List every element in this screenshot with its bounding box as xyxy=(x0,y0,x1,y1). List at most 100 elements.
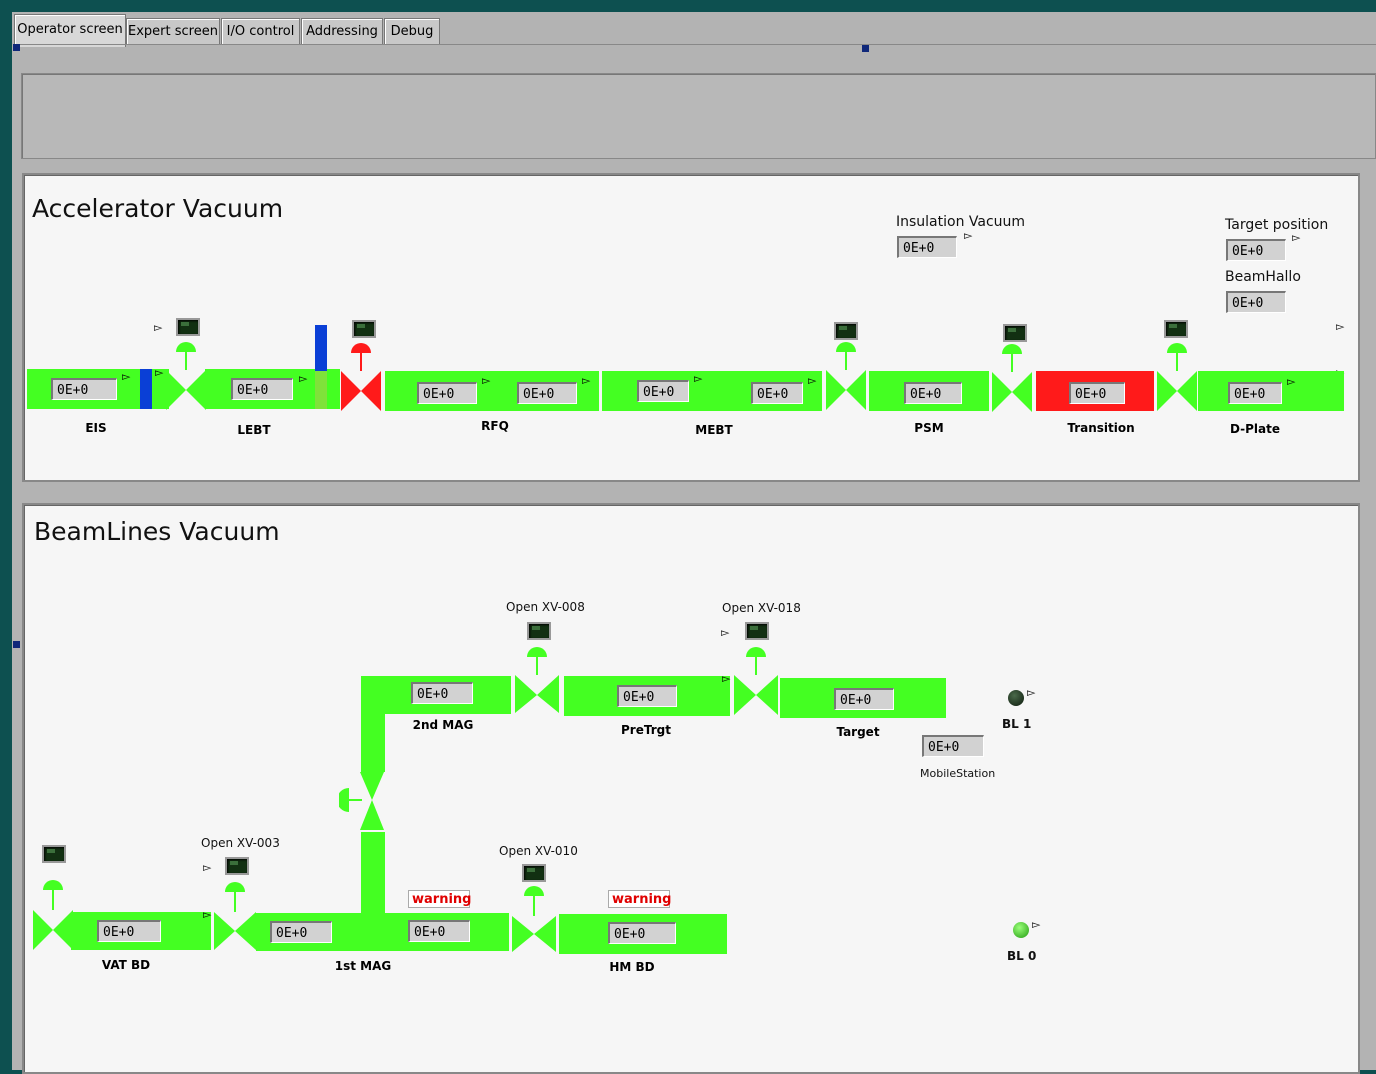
pretrgt-label: PreTrgt xyxy=(621,723,671,737)
status-led xyxy=(225,857,249,875)
lebt-blue-bar xyxy=(315,325,327,371)
valve-icon[interactable] xyxy=(213,880,257,952)
psm-label: PSM xyxy=(914,421,944,435)
flag-icon[interactable]: ▻ xyxy=(122,370,136,383)
target-indicator: 0E+0 xyxy=(834,688,894,710)
mobile-station-indicator: 0E+0 xyxy=(922,735,984,757)
status-led xyxy=(527,622,551,640)
eis-label: EIS xyxy=(85,421,107,435)
vat-bd-indicator: 0E+0 xyxy=(97,920,161,942)
flag-icon[interactable]: ▻ xyxy=(203,861,217,874)
transition-indicator: 0E+0 xyxy=(1069,382,1125,404)
valve-icon[interactable] xyxy=(513,645,561,715)
mobile-station-label: MobileStation xyxy=(920,767,996,780)
status-led xyxy=(42,845,66,863)
d-plate-label: D-Plate xyxy=(1229,422,1281,436)
target-position-indicator: 0E+0 xyxy=(1226,239,1286,261)
tab-expert-screen[interactable]: Expert screen xyxy=(126,18,220,45)
tab-io-control[interactable]: I/O control xyxy=(221,18,300,45)
pretrgt-indicator: 0E+0 xyxy=(617,685,677,707)
status-led xyxy=(1164,320,1188,338)
flag-icon[interactable]: ▻ xyxy=(964,229,978,242)
bl1-indicator-light xyxy=(1008,690,1024,706)
d-plate-indicator: 0E+0 xyxy=(1228,382,1282,404)
status-led xyxy=(352,320,376,338)
flag-icon[interactable]: ▻ xyxy=(721,626,735,639)
mebt-indicator-2: 0E+0 xyxy=(751,382,803,404)
flag-icon[interactable]: ▻ xyxy=(808,374,822,387)
valve-icon[interactable] xyxy=(33,878,73,952)
1st-mag-label: 1st MAG xyxy=(334,959,392,973)
status-led xyxy=(522,864,546,882)
bl0-label: BL 0 xyxy=(1007,949,1037,963)
valve-icon[interactable] xyxy=(164,340,206,412)
valve-label-xv-018: Open XV-018 xyxy=(722,601,801,615)
status-led xyxy=(1003,324,1027,342)
eis-indicator: 0E+0 xyxy=(51,378,117,400)
flag-icon[interactable]: ▻ xyxy=(1032,918,1046,931)
valve-icon[interactable] xyxy=(732,645,780,717)
lebt-indicator: 0E+0 xyxy=(231,378,293,400)
vat-bd-label: VAT BD xyxy=(101,958,151,972)
lebt-label: LEBT xyxy=(237,423,271,437)
flag-icon[interactable]: ▻ xyxy=(1027,686,1041,699)
resize-handle[interactable] xyxy=(13,44,20,51)
header-area xyxy=(21,73,1376,159)
connector-pipe-lower xyxy=(361,832,385,914)
flag-icon[interactable]: ▻ xyxy=(1287,375,1301,388)
flag-icon[interactable]: ▻ xyxy=(1336,320,1350,333)
psm-indicator: 0E+0 xyxy=(904,382,962,404)
2nd-mag-label: 2nd MAG xyxy=(412,718,474,732)
flag-icon[interactable]: ▻ xyxy=(154,321,168,334)
bl1-label: BL 1 xyxy=(1002,717,1032,731)
rfq-label: RFQ xyxy=(481,419,509,433)
flag-icon[interactable]: ▻ xyxy=(1292,231,1306,244)
rfq-indicator-1: 0E+0 xyxy=(417,382,477,404)
eis-blue-bar xyxy=(140,369,152,409)
1st-mag-indicator-1: 0E+0 xyxy=(270,921,332,943)
hm-bd-warning-badge: warning xyxy=(608,890,671,908)
status-led xyxy=(176,318,200,336)
tab-operator-screen[interactable]: Operator screen xyxy=(14,14,126,47)
insulation-vacuum-label: Insulation Vacuum xyxy=(896,214,1026,230)
valve-icon[interactable] xyxy=(825,340,867,412)
insulation-vacuum-indicator: 0E+0 xyxy=(897,236,957,258)
valve-label-xv-003: Open XV-003 xyxy=(201,836,280,850)
status-led xyxy=(834,322,858,340)
valve-icon[interactable] xyxy=(510,884,558,954)
target-label: Target xyxy=(836,725,880,739)
status-led xyxy=(745,622,769,640)
target-position-label: Target position xyxy=(1225,217,1329,233)
mebt-label: MEBT xyxy=(695,423,733,437)
flag-icon[interactable]: ▻ xyxy=(482,374,496,387)
valve-icon[interactable] xyxy=(1156,341,1198,413)
beamlines-vacuum-panel xyxy=(22,503,1360,1074)
flag-icon[interactable]: ▻ xyxy=(299,372,313,385)
flag-icon[interactable]: ▻ xyxy=(582,374,596,387)
valve-icon[interactable] xyxy=(991,342,1033,414)
beamlines-title: BeamLines Vacuum xyxy=(34,517,280,546)
tab-debug[interactable]: Debug xyxy=(384,18,440,45)
resize-handle[interactable] xyxy=(13,641,20,648)
bl0-indicator-light xyxy=(1013,922,1029,938)
transition-label: Transition xyxy=(1067,421,1135,435)
1st-mag-indicator-2: 0E+0 xyxy=(408,920,470,942)
valve-label-xv-010: Open XV-010 xyxy=(499,844,578,858)
vertical-valve-icon[interactable] xyxy=(339,770,389,832)
valve-closed-icon[interactable] xyxy=(340,341,382,413)
mebt-indicator-1: 0E+0 xyxy=(637,380,689,402)
hm-bd-label: HM BD xyxy=(609,960,655,974)
2nd-mag-indicator: 0E+0 xyxy=(411,682,473,704)
valve-label-xv-008: Open XV-008 xyxy=(506,600,585,614)
rfq-indicator-2: 0E+0 xyxy=(517,382,577,404)
tab-addressing[interactable]: Addressing xyxy=(301,18,383,45)
lebt-level-bar xyxy=(315,371,327,409)
resize-handle[interactable] xyxy=(862,45,869,52)
accelerator-title: Accelerator Vacuum xyxy=(32,194,284,223)
flag-icon[interactable]: ▻ xyxy=(694,372,708,385)
hm-bd-indicator: 0E+0 xyxy=(608,922,676,944)
1st-mag-warning-badge: warning xyxy=(408,890,471,908)
beamhallo-label: BeamHallo xyxy=(1225,269,1301,285)
tab-bar-line xyxy=(14,44,1376,45)
beamhallo-indicator: 0E+0 xyxy=(1226,291,1286,313)
